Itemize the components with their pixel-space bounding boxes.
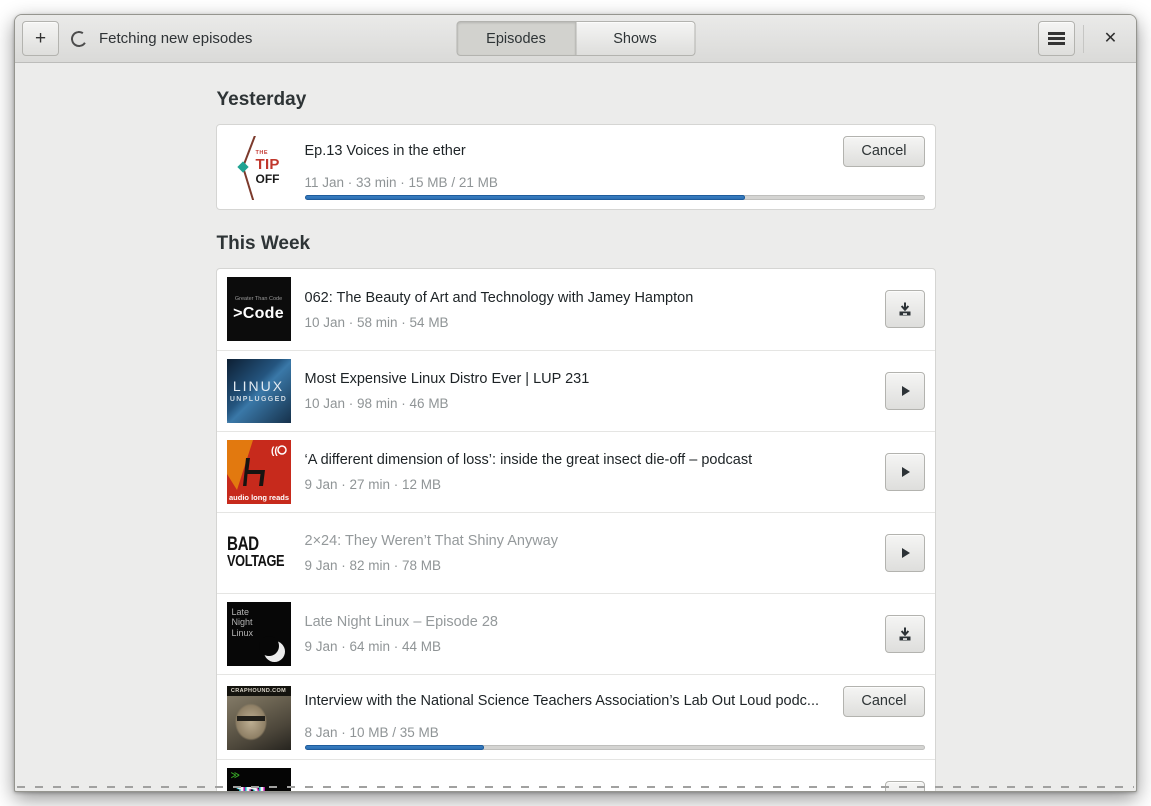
header-separator <box>1083 24 1084 53</box>
show-artwork-greater-than-code: Greater Than Code >Code <box>226 277 291 342</box>
menu-button[interactable] <box>1038 21 1075 56</box>
plus-icon: + <box>34 27 47 49</box>
view-switcher: Episodes Shows <box>456 21 695 56</box>
this-week-card: Greater Than Code >Code 062: The Beauty … <box>215 267 936 791</box>
episode-title: 2×24: They Weren’t That Shiny Anyway <box>304 533 559 550</box>
episode-row[interactable]: Late Night Linux Late Night Linux – Epis… <box>216 592 935 674</box>
download-progressbar <box>304 194 925 200</box>
download-button[interactable] <box>884 614 925 653</box>
show-artwork-audio-long-reads: (( audio long reads <box>226 439 291 504</box>
close-button[interactable]: ✕ <box>1092 21 1129 56</box>
episode-row[interactable]: THE TIP OFF Ep.13 Voices in the ether Ca… <box>217 125 935 209</box>
download-button[interactable] <box>884 290 925 329</box>
episode-meta: 9 Jan · 27 min · 12 MB <box>304 477 442 493</box>
yesterday-card: THE TIP OFF Ep.13 Voices in the ether Ca… <box>215 123 936 210</box>
download-icon <box>899 627 910 641</box>
episode-title: Late Night Linux – Episode 28 <box>304 614 498 631</box>
episode-title: Most Expensive Linux Distro Ever | LUP 2… <box>304 371 590 388</box>
episode-row[interactable]: BAD VOLTAGE 2×24: They Weren’t That Shin… <box>216 511 935 593</box>
add-podcast-button[interactable]: + <box>22 21 59 56</box>
play-button[interactable] <box>884 533 925 572</box>
episode-row[interactable]: (( audio long reads ‘A different dimensi… <box>216 430 935 512</box>
play-icon <box>901 385 910 396</box>
show-artwork-bad-voltage: BAD VOLTAGE <box>226 520 291 585</box>
download-icon <box>899 302 910 316</box>
episode-meta: 9 Jan · 64 min · 44 MB <box>304 639 442 655</box>
play-button[interactable] <box>884 452 925 491</box>
episode-title: Ep.13 Voices in the ether <box>304 143 466 160</box>
episode-title: 062: The Beauty of Art and Technology wi… <box>304 289 694 306</box>
status-text: Fetching new episodes <box>99 30 253 47</box>
spinner-icon <box>69 29 89 48</box>
tab-shows[interactable]: Shows <box>575 21 695 56</box>
show-artwork-the-tip-off: THE TIP OFF <box>226 135 291 200</box>
play-icon <box>901 547 910 558</box>
section-title-this-week: This Week <box>216 232 311 254</box>
download-progress-fill <box>304 744 485 750</box>
episode-row[interactable]: Greater Than Code >Code 062: The Beauty … <box>217 269 935 350</box>
episode-meta: 8 Jan · 10 MB / 35 MB <box>304 724 439 740</box>
header-bar: + Fetching new episodes Episodes Shows ✕ <box>15 15 1136 63</box>
podcasts-window: + Fetching new episodes Episodes Shows ✕… <box>14 14 1137 792</box>
episode-meta: 10 Jan · 58 min · 54 MB <box>304 314 449 330</box>
episode-title: ‘A different dimension of loss’: inside … <box>304 452 753 469</box>
episode-row[interactable]: CRAPHOUND.COM Interview with the Nationa… <box>216 673 935 759</box>
hamburger-icon <box>1048 32 1065 45</box>
download-progressbar <box>304 744 925 750</box>
show-artwork-linux-unplugged: LINUX UNPLUGGED <box>226 358 291 423</box>
cancel-download-button[interactable]: Cancel <box>843 135 925 167</box>
cancel-download-button[interactable]: Cancel <box>843 685 925 717</box>
show-artwork-craphound: CRAPHOUND.COM <box>226 685 291 750</box>
episode-meta: 9 Jan · 82 min · 78 MB <box>304 558 442 574</box>
scroll-undershoot-indicator <box>17 786 1134 788</box>
episode-title: Interview with the National Science Teac… <box>304 693 820 710</box>
svg-text:audio long reads: audio long reads <box>228 493 288 502</box>
svg-text:((: (( <box>271 446 278 457</box>
show-artwork-late-night-linux: Late Night Linux <box>226 601 291 666</box>
close-icon: ✕ <box>1103 29 1118 47</box>
episode-meta: 11 Jan · 33 min · 15 MB / 21 MB <box>304 174 498 190</box>
tab-episodes[interactable]: Episodes <box>456 21 576 56</box>
episodes-view: Yesterday THE TIP OFF Ep.13 Voices in th… <box>15 63 1136 791</box>
play-button[interactable] <box>884 371 925 410</box>
episode-meta: 10 Jan · 98 min · 46 MB <box>304 396 449 412</box>
episode-row[interactable]: LINUX UNPLUGGED Most Expensive Linux Dis… <box>216 349 935 431</box>
section-title-yesterday: Yesterday <box>216 89 307 110</box>
play-icon <box>901 466 910 477</box>
download-progress-fill <box>304 194 745 200</box>
